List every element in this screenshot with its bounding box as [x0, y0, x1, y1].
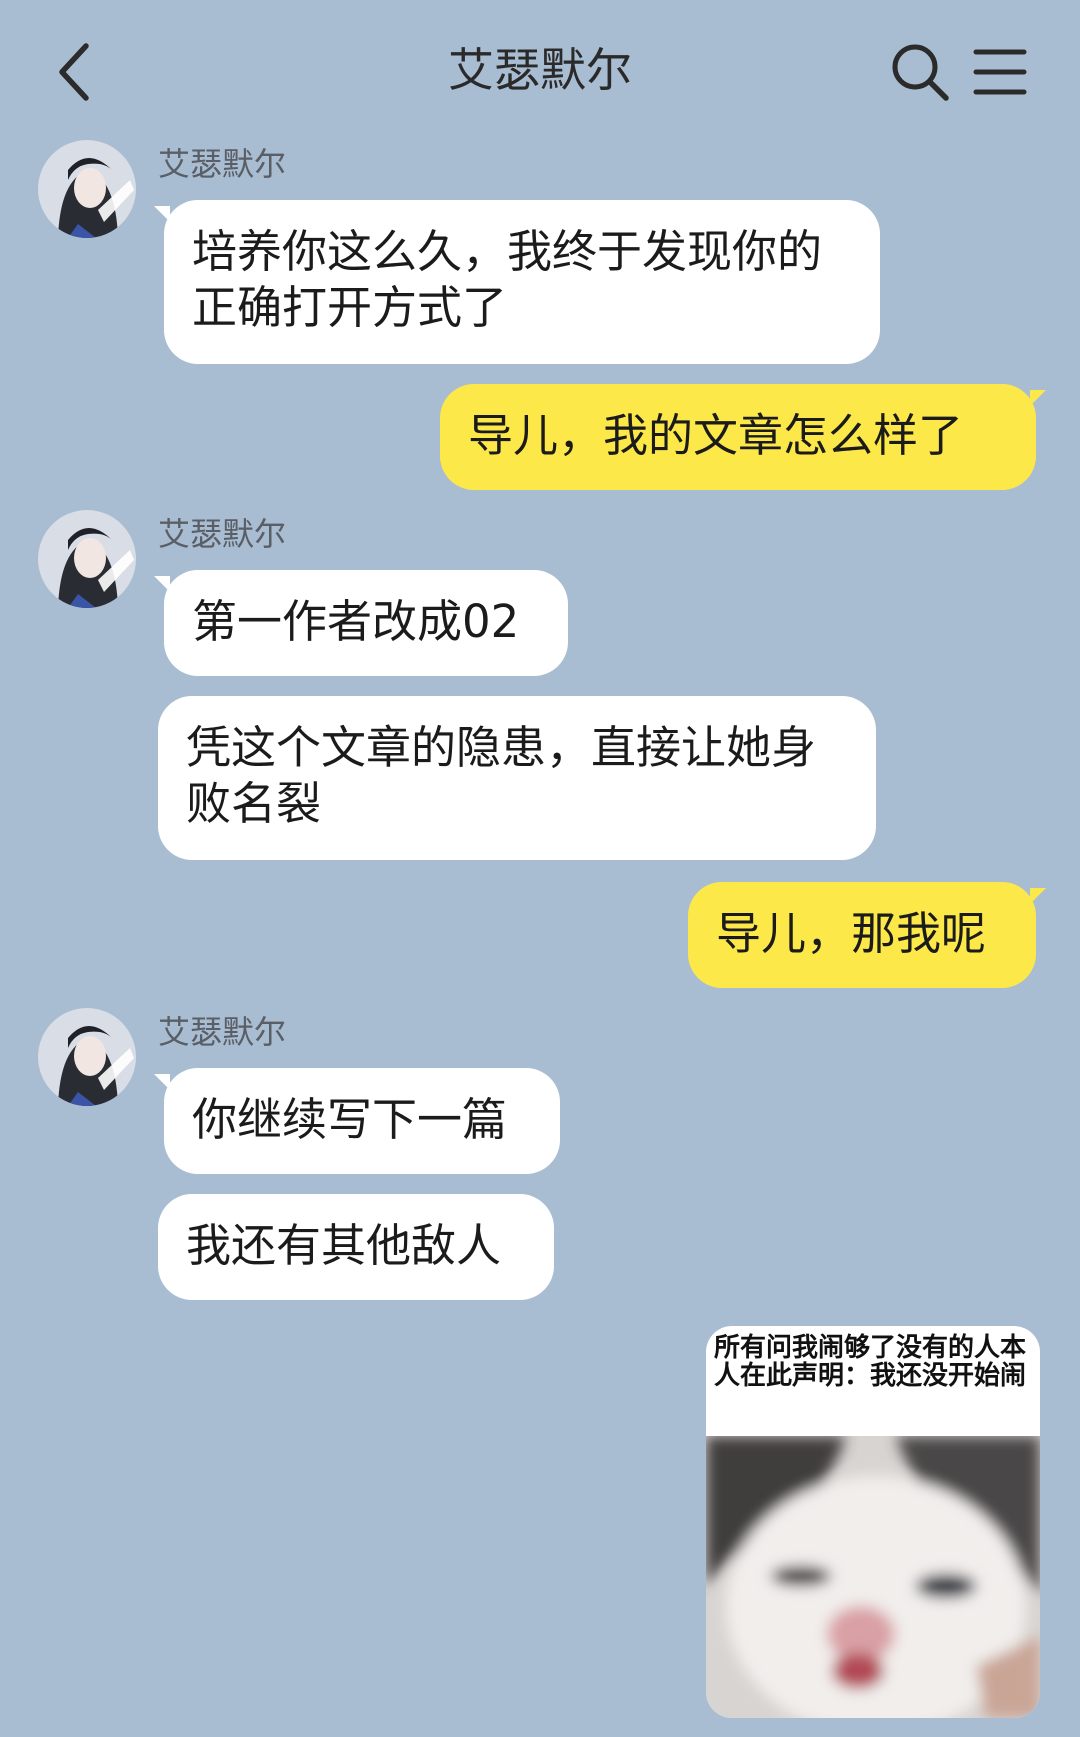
kitten-image [706, 1436, 1040, 1718]
message-text: 第一作者改成02 [192, 595, 520, 648]
sticker-caption: 所有问我闹够了没有的人本人在此声明：我还没开始闹 [714, 1333, 1027, 1391]
message-bubble[interactable]: 第一作者改成02 [154, 570, 568, 676]
avatar[interactable] [38, 1008, 136, 1106]
top-bar: 艾瑟默尔 [0, 0, 1080, 140]
avatar-image [38, 1008, 136, 1106]
sender-name: 艾瑟默尔 [158, 145, 287, 183]
message-text: 培养你这么久，我终于发现你的正确打开方式了 [192, 225, 823, 334]
search-icon [892, 44, 949, 101]
menu-icon [973, 49, 1027, 95]
message-bubble[interactable]: 导儿，那我呢 [688, 882, 1046, 988]
message-text: 导儿，那我呢 [716, 907, 987, 960]
sender-name: 艾瑟默尔 [158, 1013, 287, 1051]
avatar[interactable] [38, 510, 136, 608]
message-text: 凭这个文章的隐患，直接让她身败名裂 [186, 721, 817, 830]
search-button[interactable] [888, 40, 952, 104]
menu-button[interactable] [970, 42, 1030, 102]
message-bubble[interactable]: 我还有其他敌人 [158, 1194, 554, 1300]
message-bubble[interactable]: 凭这个文章的隐患，直接让她身败名裂 [158, 696, 876, 860]
avatar[interactable] [38, 140, 136, 238]
avatar-image [38, 140, 136, 238]
avatar-image [38, 510, 136, 608]
message-bubble[interactable]: 导儿，我的文章怎么样了 [440, 384, 1046, 490]
message-bubble[interactable]: 培养你这么久，我终于发现你的正确打开方式了 [154, 200, 880, 364]
message-text: 导儿，我的文章怎么样了 [468, 409, 964, 462]
message-text: 你继续写下一篇 [192, 1093, 508, 1146]
sticker-message[interactable]: 所有问我闹够了没有的人本人在此声明：我还没开始闹 [706, 1326, 1040, 1718]
sender-name: 艾瑟默尔 [158, 515, 287, 553]
message-bubble[interactable]: 你继续写下一篇 [154, 1068, 560, 1174]
message-text: 我还有其他敌人 [186, 1219, 502, 1272]
